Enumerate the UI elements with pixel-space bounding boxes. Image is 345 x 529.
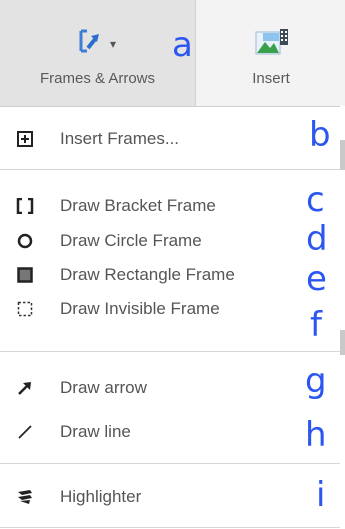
annotation-letter-c: c [306,180,325,220]
menu-item-insert-frames[interactable]: Insert Frames... [0,119,300,159]
scrollbar-edge [340,140,345,170]
menu-item-label: Draw Circle Frame [60,231,202,250]
frames-arrows-dropdown-menu: Insert Frames... Draw Bracket Frame Draw… [0,106,340,529]
menu-item-label: Draw Invisible Frame [60,299,220,318]
annotation-letter-f: f [310,305,322,345]
menu-item-draw-bracket-frame[interactable]: Draw Bracket Frame [0,186,300,226]
frames-arrows-icon [78,28,104,59]
annotation-letter-a: a [172,25,193,65]
menu-item-label: Draw arrow [60,378,147,397]
menu-item-label: Draw line [60,422,131,441]
menu-divider [0,169,340,170]
insert-label: Insert [252,70,290,87]
annotation-letter-i: i [316,475,326,515]
menu-divider [0,351,340,352]
menu-divider [0,463,340,464]
menu-item-label: Draw Rectangle Frame [60,265,235,284]
dashed-square-icon [14,299,36,319]
circle-icon [14,231,36,251]
menu-item-label: Highlighter [60,487,142,506]
menu-divider [0,527,340,528]
menu-item-draw-invisible-frame[interactable]: Draw Invisible Frame [0,289,300,329]
insert-image-icon [255,28,289,61]
annotation-letter-g: g [305,361,327,401]
annotation-letter-e: e [306,259,327,299]
annotation-letter-d: d [306,219,328,259]
bracket-icon [14,196,36,216]
frames-arrows-button[interactable]: ▾ Frames & Arrows [0,0,196,106]
highlighter-icon [14,487,36,507]
menu-item-highlighter[interactable]: Highlighter [0,477,300,517]
menu-item-label: Insert Frames... [60,129,180,148]
arrow-icon [14,378,36,398]
line-icon [14,422,36,442]
menu-item-label: Draw Bracket Frame [60,196,216,215]
menu-item-draw-arrow[interactable]: Draw arrow [0,368,300,408]
menu-item-draw-line[interactable]: Draw line [0,412,300,452]
annotation-letter-h: h [305,415,327,455]
plus-square-icon [14,129,36,149]
annotation-letter-b: b [309,115,331,155]
scrollbar-edge [340,330,345,355]
caret-down-icon: ▾ [110,36,117,51]
frames-arrows-label: Frames & Arrows [39,70,156,87]
insert-button[interactable]: Insert [197,0,345,106]
square-icon [14,265,36,285]
